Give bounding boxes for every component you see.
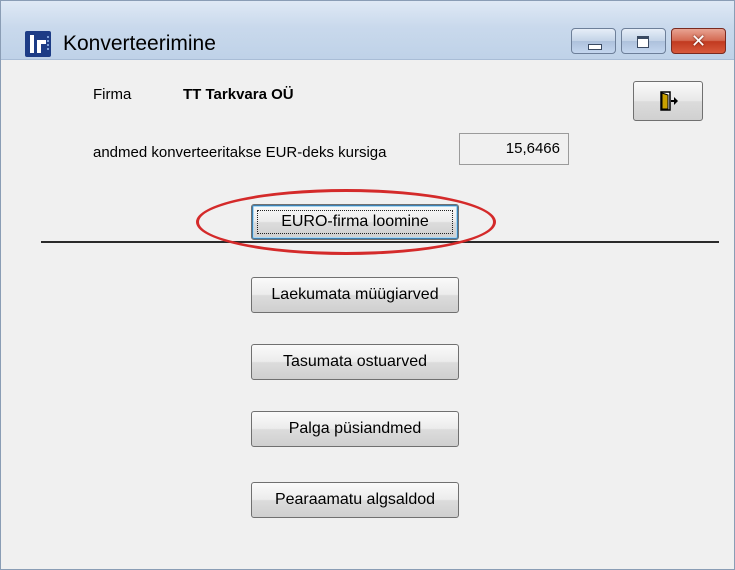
- converter-window: Konverteerimine ✕ Firma TT Tarkvara OÜ a…: [0, 0, 735, 570]
- company-name: TT Tarkvara OÜ: [183, 86, 294, 103]
- exit-door-icon: [660, 91, 678, 111]
- window-title: Konverteerimine: [63, 32, 216, 55]
- title-bar[interactable]: Konverteerimine ✕: [1, 1, 734, 60]
- exit-button[interactable]: [633, 81, 703, 121]
- maximize-icon: [637, 36, 649, 48]
- minimize-button[interactable]: [571, 28, 616, 54]
- minimize-icon: [588, 44, 602, 50]
- focus-indicator: [257, 210, 453, 234]
- conversion-rate-label: andmed konverteeritakse EUR-deks kursiga: [93, 144, 387, 161]
- payroll-master-data-button[interactable]: Palga püsiandmed: [251, 411, 459, 447]
- tt-logo-icon: [25, 31, 51, 57]
- close-icon: ✕: [690, 31, 707, 51]
- unpaid-sales-invoices-button[interactable]: Laekumata müügiarved: [251, 277, 459, 313]
- create-euro-company-button[interactable]: EURO-firma loomine: [251, 204, 459, 240]
- unpaid-purchase-invoices-button[interactable]: Tasumata ostuarved: [251, 344, 459, 380]
- company-label: Firma: [93, 86, 132, 103]
- conversion-rate-field[interactable]: 15,6466: [459, 133, 569, 165]
- close-button[interactable]: ✕: [671, 28, 726, 54]
- maximize-button[interactable]: [621, 28, 666, 54]
- ledger-opening-balances-button[interactable]: Pearaamatu algsaldod: [251, 482, 459, 518]
- separator-line: [41, 241, 719, 243]
